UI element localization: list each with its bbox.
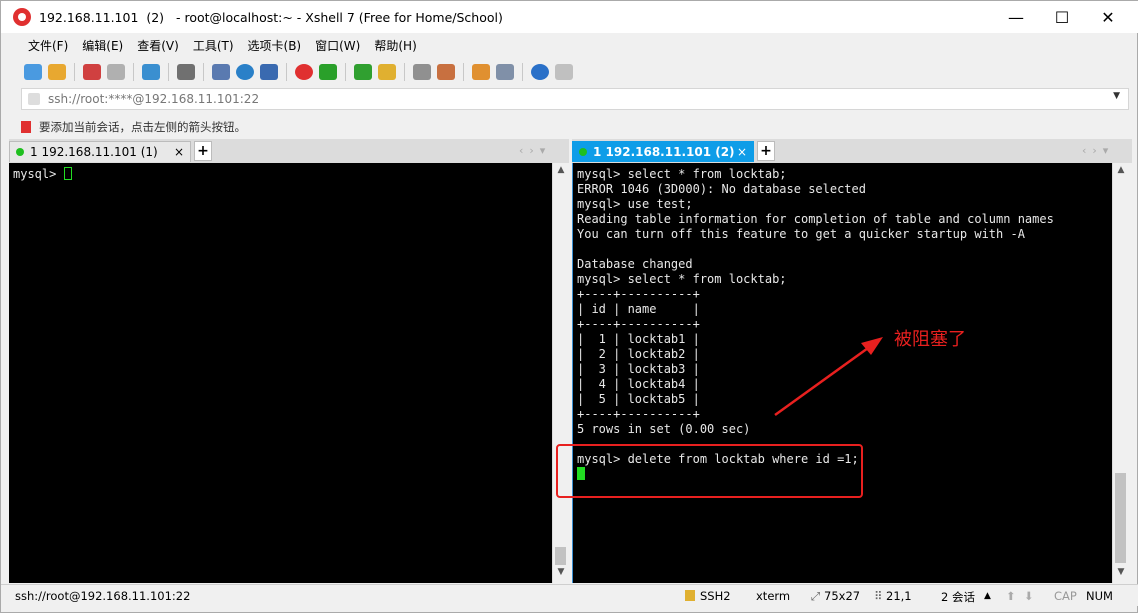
highlight-box [556, 444, 863, 498]
menu-window[interactable]: 窗口(W) [308, 37, 367, 54]
hint-text: 要添加当前会话，点击左侧的箭头按钮。 [39, 120, 246, 134]
address-lock-icon [28, 93, 40, 105]
status-connection: ssh://root@192.168.11.101:22 [15, 589, 191, 603]
left-terminal[interactable]: mysql> [9, 163, 552, 583]
menu-bar: 文件(F) 编辑(E) 查看(V) 工具(T) 选项卡(B) 窗口(W) 帮助(… [21, 34, 424, 56]
left-session-tab[interactable]: 1 192.168.11.101 (1) × [9, 141, 191, 162]
status-size: 75x27 [824, 589, 861, 603]
lock-icon[interactable] [378, 64, 396, 80]
left-session-pane: 1 192.168.11.101 (1) × + ‹›▾ mysql> ▲ ▼ [9, 139, 569, 583]
address-value: ssh://root:****@192.168.11.101:22 [48, 92, 260, 106]
status-protocol: SSH2 [700, 589, 731, 603]
left-tab-close-icon[interactable]: × [174, 145, 184, 159]
terminal-cursor [63, 167, 72, 180]
globe-icon[interactable] [236, 64, 254, 80]
title-bar: 192.168.11.101 (2) - root@localhost:~ - … [1, 1, 1138, 33]
status-term-type: xterm [756, 589, 791, 603]
new-session-icon[interactable] [24, 64, 42, 80]
toolbar [21, 59, 576, 85]
status-sessions[interactable]: 2 会话 [941, 589, 975, 605]
fullscreen-icon[interactable] [354, 64, 372, 80]
keyboard-icon[interactable] [413, 64, 431, 80]
chat-icon[interactable] [555, 64, 573, 80]
minimize-button[interactable]: — [993, 1, 1039, 33]
xshell-window: 192.168.11.101 (2) - root@localhost:~ - … [0, 0, 1138, 613]
properties-icon[interactable] [142, 64, 160, 80]
connected-dot-icon [16, 148, 24, 156]
right-tab-label: 1 192.168.11.101 (2) [593, 145, 735, 159]
left-tab-nav-icon[interactable]: ‹›▾ [519, 144, 551, 157]
menu-view[interactable]: 查看(V) [130, 37, 186, 54]
left-scrollbar[interactable]: ▲ ▼ [552, 163, 568, 583]
scroll-up-icon[interactable]: ⬆ [1006, 589, 1016, 603]
right-new-tab-button[interactable]: + [757, 141, 775, 161]
ssh-lock-icon [685, 590, 695, 601]
layout-icon[interactable] [496, 64, 514, 80]
transfer-icon[interactable] [212, 64, 230, 80]
menu-tools[interactable]: 工具(T) [186, 37, 241, 54]
compose-icon[interactable] [472, 64, 490, 80]
status-cursor-pos: 21,1 [886, 589, 912, 603]
left-scroll-thumb[interactable] [555, 547, 566, 565]
status-cap: CAP [1054, 589, 1077, 603]
cursor-pos-icon: ⠿ [874, 589, 883, 603]
right-tab-nav-icon[interactable]: ‹›▾ [1082, 144, 1114, 157]
address-dropdown-icon[interactable]: ▼ [1113, 91, 1120, 101]
menu-help[interactable]: 帮助(H) [367, 37, 423, 54]
status-bar: ssh://root@192.168.11.101:22 SSH2 xterm … [1, 584, 1138, 606]
connected-dot-icon [579, 148, 587, 156]
disconnect-icon[interactable] [107, 64, 125, 80]
menu-tabs[interactable]: 选项卡(B) [241, 37, 309, 54]
address-bar[interactable]: ssh://root:****@192.168.11.101:22 ▼ [21, 88, 1129, 110]
find-icon[interactable] [177, 64, 195, 80]
hint-bar: 要添加当前会话，点击左侧的箭头按钮。 [21, 117, 246, 137]
maximize-button[interactable]: ☐ [1039, 1, 1085, 33]
left-tab-strip: 1 192.168.11.101 (1) × + ‹›▾ [9, 139, 569, 163]
left-terminal-text: mysql> [13, 167, 64, 181]
help-icon[interactable] [531, 64, 549, 80]
window-title: 192.168.11.101 (2) - root@localhost:~ - … [39, 9, 503, 25]
close-button[interactable]: ✕ [1085, 1, 1131, 33]
highlight-icon[interactable] [437, 64, 455, 80]
menu-file[interactable]: 文件(F) [21, 37, 75, 54]
left-new-tab-button[interactable]: + [194, 141, 212, 161]
open-folder-icon[interactable] [48, 64, 66, 80]
reconnect-icon[interactable] [83, 64, 101, 80]
sessions-dropdown-icon[interactable]: ▲ [984, 591, 991, 601]
status-num: NUM [1086, 589, 1113, 603]
size-icon: ⤢ [811, 589, 821, 603]
annotation-arrow-icon [774, 337, 883, 417]
right-tab-close-icon[interactable]: × [737, 145, 747, 159]
right-scroll-thumb[interactable] [1115, 473, 1126, 563]
scroll-down-icon[interactable]: ⬇ [1024, 589, 1034, 603]
right-terminal-text: mysql> select * from locktab; ERROR 1046… [577, 167, 1054, 466]
font-icon[interactable] [260, 64, 278, 80]
bookmark-icon[interactable] [21, 121, 31, 133]
annotation-label: 被阻塞了 [894, 329, 966, 350]
xftp-icon[interactable] [319, 64, 337, 80]
right-tab-strip: 1 192.168.11.101 (2) × + ‹›▾ [572, 139, 1132, 163]
xshell-logo-icon [13, 8, 31, 26]
left-tab-label: 1 192.168.11.101 (1) [30, 145, 158, 159]
right-session-tab[interactable]: 1 192.168.11.101 (2) × [572, 141, 754, 162]
menu-edit[interactable]: 编辑(E) [75, 37, 130, 54]
xshell-icon[interactable] [295, 64, 313, 80]
right-scrollbar[interactable]: ▲ ▼ [1112, 163, 1128, 583]
